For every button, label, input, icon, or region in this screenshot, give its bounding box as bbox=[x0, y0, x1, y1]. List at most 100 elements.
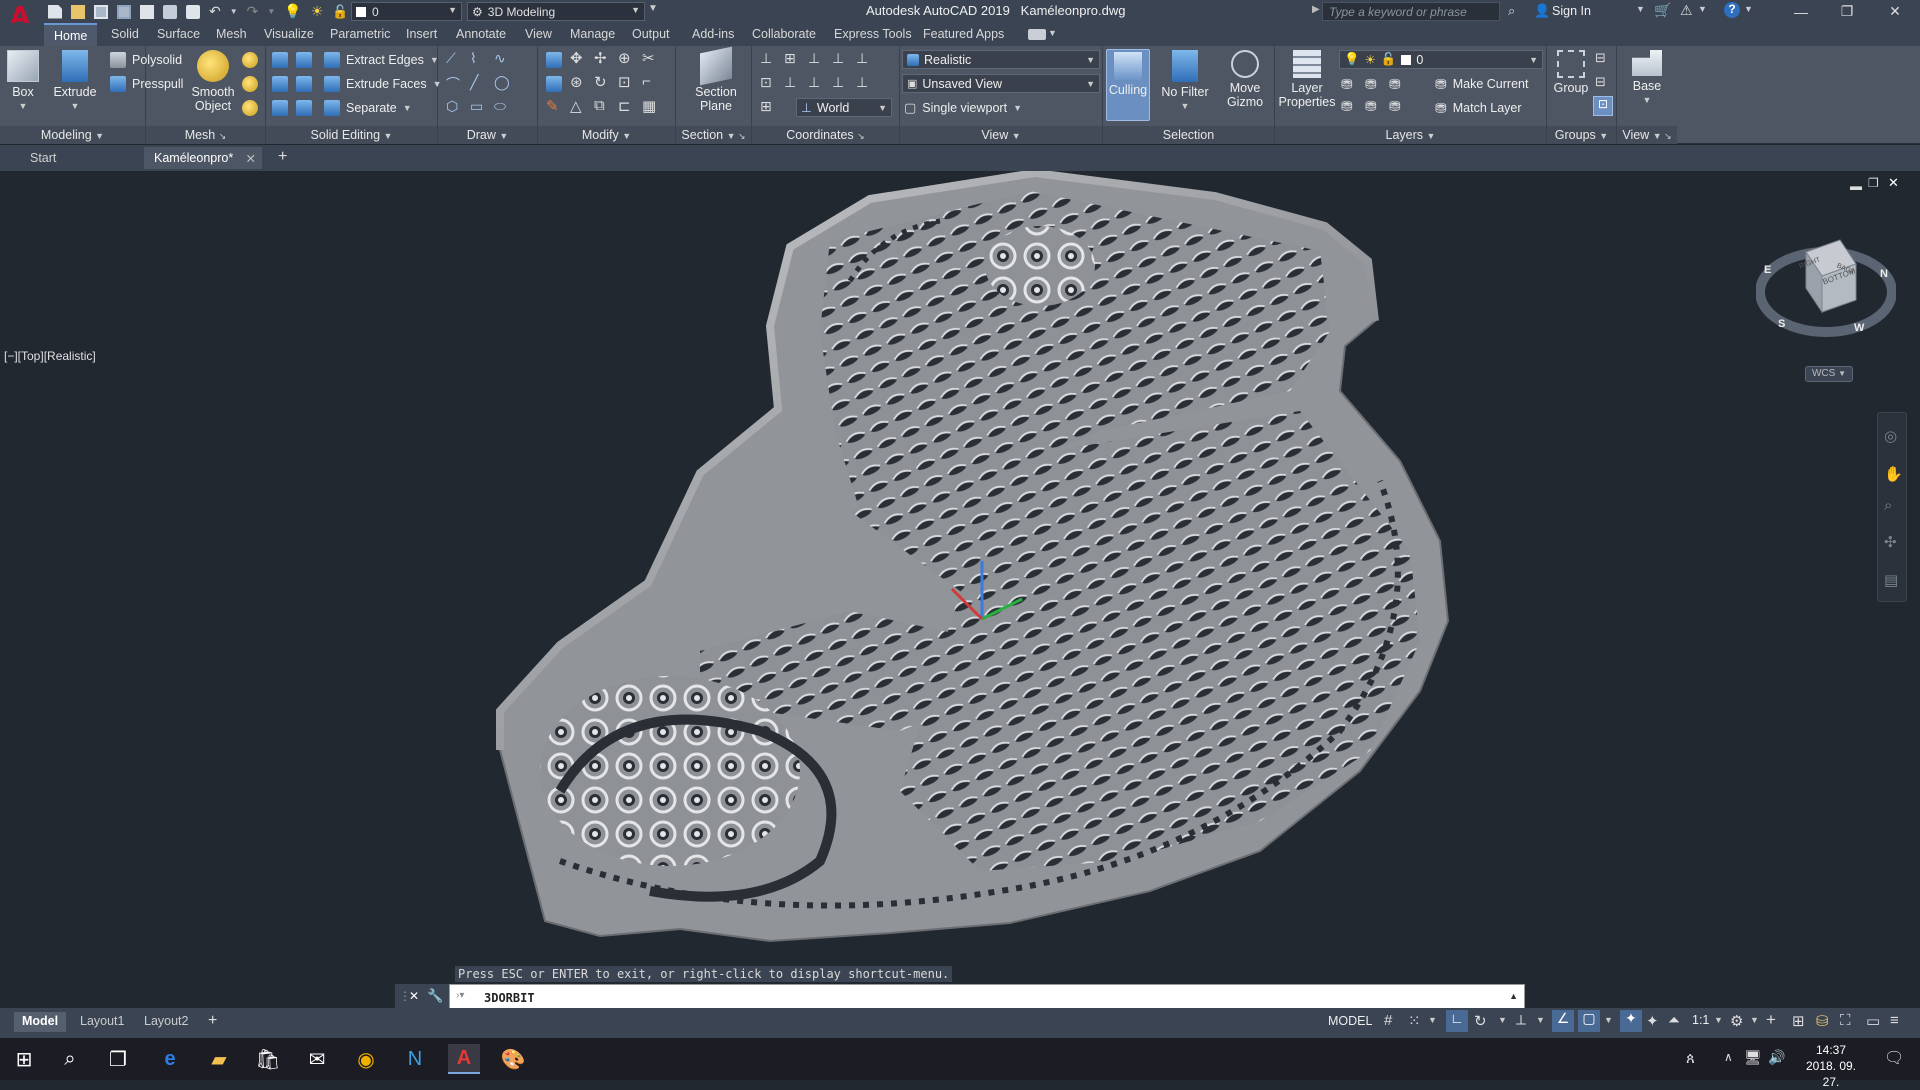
mesh-smooth-less-icon[interactable] bbox=[242, 76, 258, 92]
panel-title-layers[interactable]: Layers ▼ bbox=[1275, 126, 1546, 144]
panel-title-coordinates[interactable]: Coordinates ↘ bbox=[752, 126, 899, 144]
ucs-view-icon[interactable]: ⊡ bbox=[760, 74, 772, 91]
spline-icon[interactable]: ∿ bbox=[494, 50, 506, 67]
save-as-icon[interactable] bbox=[117, 4, 131, 19]
box-button[interactable]: Box ▼ bbox=[6, 50, 40, 113]
store-icon[interactable]: 🛍 bbox=[252, 1044, 284, 1074]
annotation-visibility-icon[interactable]: ✦ bbox=[1620, 1010, 1642, 1032]
people-icon[interactable]: ጰ bbox=[1686, 1050, 1695, 1067]
scale-value[interactable]: 1:1 bbox=[1692, 1013, 1709, 1027]
rect-array-icon[interactable]: ▦ bbox=[642, 97, 656, 115]
workspace-dropdown[interactable]: ⚙ 3D Modeling ▼ bbox=[467, 2, 645, 21]
rotate-icon[interactable]: ↻ bbox=[594, 73, 607, 91]
tab-add-ins[interactable]: Add-ins bbox=[692, 23, 734, 46]
notification-icon[interactable]: 🗨 bbox=[1884, 1048, 1904, 1068]
zoom-extents-icon[interactable]: ⌕ bbox=[1884, 497, 1892, 514]
ucs-world-dropdown[interactable]: ⊥ World ▼ bbox=[796, 98, 892, 117]
layer-on-all-icon[interactable]: ⛃ bbox=[1365, 98, 1377, 115]
file-explorer-icon[interactable]: ▰ bbox=[203, 1044, 235, 1074]
layer-off-icon[interactable]: ⛃ bbox=[1365, 76, 1377, 93]
3d-move-icon[interactable]: ✢ bbox=[594, 49, 607, 67]
tray-expand-icon[interactable]: ∧ bbox=[1724, 1050, 1733, 1064]
extract-edges-button[interactable]: Extract Edges ▼ bbox=[324, 50, 439, 70]
viewport-restore-icon[interactable]: ❐ bbox=[1868, 176, 1879, 190]
network-icon[interactable]: 🖥 bbox=[1744, 1049, 1762, 1066]
viewport-controls-label[interactable]: [−][Top][Realistic] bbox=[4, 349, 96, 363]
tab-layout2[interactable]: Layout2 bbox=[136, 1012, 196, 1032]
tab-insert[interactable]: Insert bbox=[406, 23, 437, 46]
ribbon-minimize-icon[interactable] bbox=[1028, 29, 1046, 40]
panel-title-modify[interactable]: Modify ▼ bbox=[538, 126, 675, 144]
ucs-x-icon[interactable]: ⊥ bbox=[808, 50, 820, 67]
slice-icon[interactable] bbox=[296, 76, 312, 92]
offset-icon[interactable] bbox=[546, 76, 562, 92]
compass-n[interactable]: N bbox=[1880, 268, 1888, 280]
viewcube[interactable]: BOTTOM RIGHT BACK N W S E bbox=[1755, 230, 1897, 360]
binoculars-icon[interactable]: ⌕ bbox=[1508, 3, 1515, 19]
orbit-icon[interactable]: ✣ bbox=[1884, 533, 1897, 551]
sign-in-link[interactable]: Sign In bbox=[1552, 4, 1591, 18]
chrome-icon[interactable]: ◉ bbox=[350, 1044, 382, 1074]
layer-properties-button[interactable]: Layer Properties bbox=[1279, 50, 1336, 109]
erase-icon[interactable]: ✎ bbox=[546, 97, 559, 115]
polyline-icon[interactable]: ⌇ bbox=[470, 50, 477, 67]
task-view-icon[interactable]: ❐ bbox=[102, 1044, 134, 1074]
close-cmd-icon[interactable]: ✕ bbox=[409, 989, 419, 1003]
restore-button[interactable]: ❐ bbox=[1824, 0, 1870, 23]
rectangle-icon[interactable]: ▭ bbox=[470, 98, 483, 115]
tab-featured-apps[interactable]: Featured Apps bbox=[923, 23, 1004, 46]
volume-icon[interactable]: 🔊 bbox=[1768, 1049, 1785, 1066]
move-gizmo-button[interactable]: Move Gizmo bbox=[1219, 50, 1271, 109]
extrude-button[interactable]: Extrude ▼ bbox=[52, 50, 98, 113]
undo-dropdown-icon[interactable]: ▼ bbox=[230, 7, 238, 16]
tab-parametric[interactable]: Parametric bbox=[330, 23, 390, 46]
polyline3d-icon[interactable]: ⌒ bbox=[446, 74, 460, 94]
group-selection-toggle-icon[interactable]: ⊡ bbox=[1593, 96, 1613, 116]
layer-unisolate-icon[interactable]: ⛃ bbox=[1341, 98, 1353, 115]
mesh-smooth-more-icon[interactable] bbox=[242, 52, 258, 68]
no-filter-button[interactable]: No Filter ▼ bbox=[1157, 50, 1213, 113]
tab-express-tools[interactable]: Express Tools bbox=[834, 23, 912, 46]
trim-icon[interactable]: ✂ bbox=[642, 49, 655, 67]
chevron-down-icon[interactable]: ▼ bbox=[1604, 1015, 1613, 1025]
mirror-icon[interactable] bbox=[546, 52, 562, 68]
tab-manage[interactable]: Manage bbox=[570, 23, 615, 46]
layer-thaw-all-icon[interactable]: ⛃ bbox=[1389, 98, 1401, 115]
plot-icon[interactable] bbox=[163, 4, 177, 19]
panel-title-modeling[interactable]: Modeling ▼ bbox=[0, 126, 145, 144]
chevron-down-icon[interactable]: ▼ bbox=[1714, 1015, 1723, 1025]
edge-browser-icon[interactable]: e bbox=[154, 1044, 186, 1074]
tab-surface[interactable]: Surface bbox=[157, 23, 200, 46]
tab-annotate[interactable]: Annotate bbox=[456, 23, 506, 46]
model-space-toggle[interactable]: MODEL bbox=[1328, 1014, 1372, 1028]
array-icon[interactable]: △ bbox=[570, 97, 582, 115]
panel-title-section[interactable]: Section ▼ ↘ bbox=[676, 126, 751, 144]
ucs-3point-icon[interactable]: ⊥ bbox=[784, 74, 796, 91]
thicken-icon[interactable] bbox=[296, 100, 312, 116]
ucs-z-icon[interactable]: ⊥ bbox=[856, 50, 868, 67]
redo-icon[interactable]: ↷ bbox=[247, 3, 259, 20]
tab-output[interactable]: Output bbox=[632, 23, 670, 46]
fullscreen-icon[interactable]: ▭ bbox=[1866, 1012, 1880, 1030]
close-tab-icon[interactable]: ✕ bbox=[246, 151, 256, 166]
ucs-object-icon[interactable]: ⊥ bbox=[856, 74, 868, 91]
chevron-down-icon[interactable]: ▼ bbox=[1048, 28, 1057, 38]
panel-title-draw[interactable]: Draw ▼ bbox=[438, 126, 537, 144]
subtract-icon[interactable] bbox=[272, 76, 288, 92]
save-icon[interactable] bbox=[94, 4, 108, 19]
panel-title-view[interactable]: View ▼ bbox=[900, 126, 1102, 144]
search-expand-icon[interactable]: ▶ bbox=[1312, 4, 1320, 15]
section-plane-button[interactable]: Section Plane bbox=[694, 46, 738, 113]
qat-customize-icon[interactable]: ▼ bbox=[648, 3, 658, 14]
move-icon[interactable]: ✥ bbox=[570, 49, 583, 67]
panel-title-view-base[interactable]: View ▼ ↘ bbox=[1617, 126, 1677, 144]
viewport-close-icon[interactable]: ✕ bbox=[1888, 175, 1899, 191]
ucs-zaxis-icon[interactable]: ⊥ bbox=[808, 74, 820, 91]
match-layer-button[interactable]: ⛃ Match Layer bbox=[1435, 98, 1522, 118]
add-scale-icon[interactable]: + bbox=[1766, 1010, 1776, 1030]
extrude-faces-button[interactable]: Extrude Faces ▼ bbox=[324, 74, 442, 94]
compass-w[interactable]: W bbox=[1854, 322, 1864, 334]
scale-icon[interactable]: ⊡ bbox=[618, 73, 631, 91]
ucs-y-icon[interactable]: ⊥ bbox=[832, 50, 844, 67]
print-icon[interactable] bbox=[186, 4, 200, 19]
